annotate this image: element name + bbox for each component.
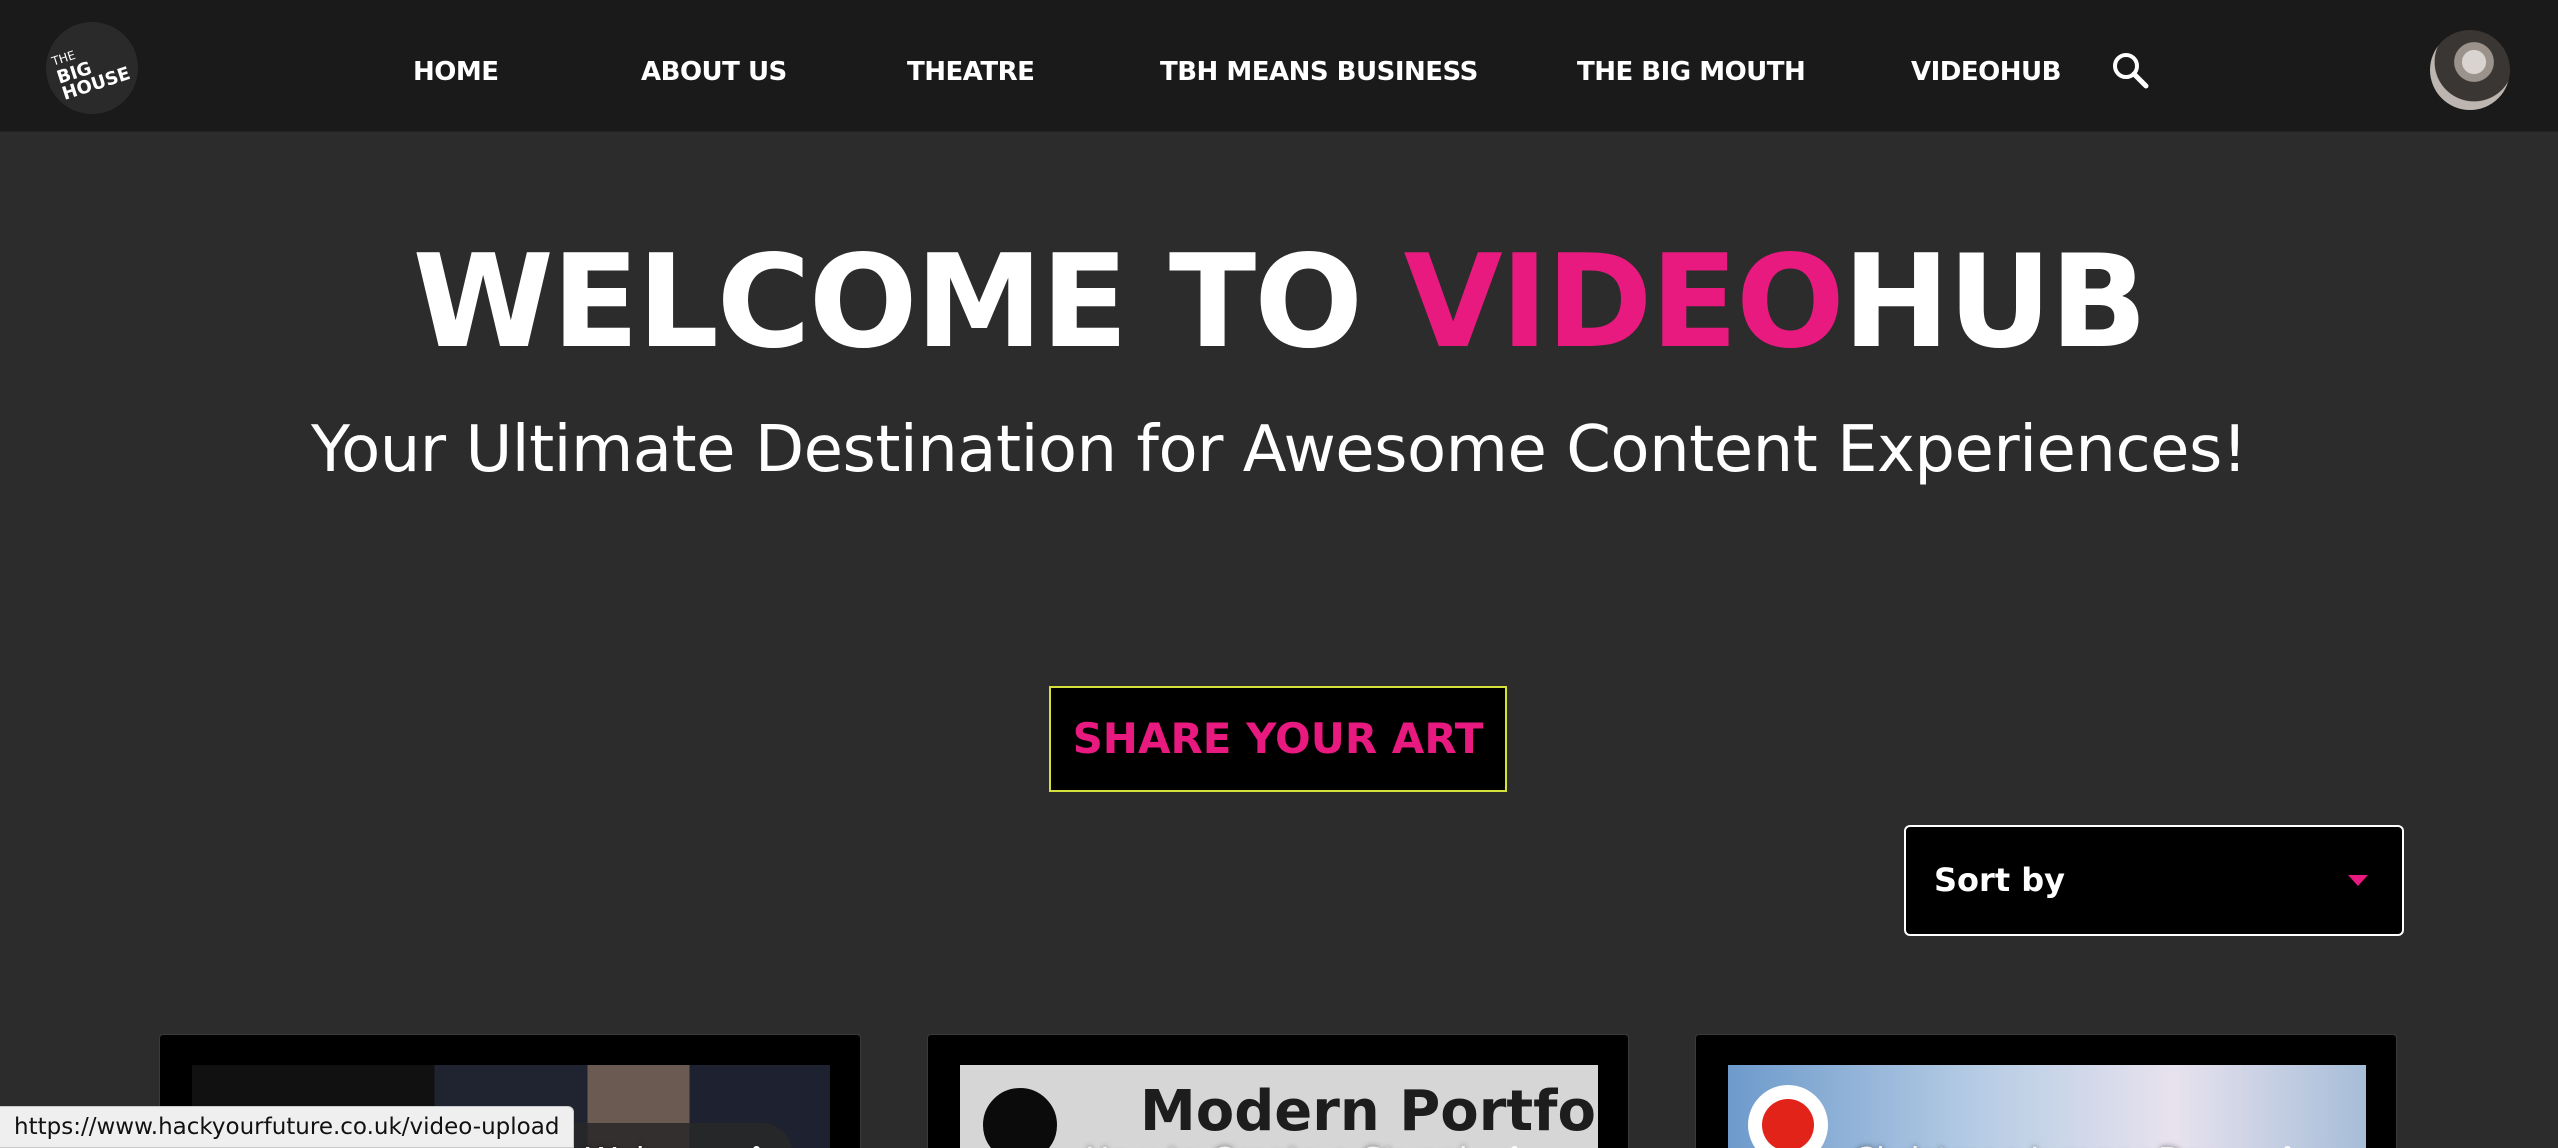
- hero-subtitle: Your Ultimate Destination for Awesome Co…: [310, 413, 2248, 487]
- share-your-art-button[interactable]: SHARE YOUR ART: [1049, 686, 1507, 792]
- search-icon[interactable]: [2110, 50, 2150, 90]
- video-card[interactable]: Christmas Jumper Day...: [1695, 1034, 2397, 1148]
- link-status-bar: https://www.hackyourfuture.co.uk/video-u…: [0, 1106, 575, 1148]
- hero-title: WELCOME TO VIDEOHUB: [0, 228, 2558, 378]
- user-avatar[interactable]: [2430, 30, 2510, 110]
- nav-the-big-mouth[interactable]: THE BIG MOUTH: [1577, 52, 1806, 92]
- more-options-icon[interactable]: [1511, 1143, 1521, 1148]
- site-header: THE BIG HOUSE HOME ABOUT US THEATRE TBH …: [0, 0, 2558, 132]
- sort-by-label: Sort by: [1934, 861, 2066, 899]
- nav-about-us[interactable]: ABOUT US: [641, 52, 787, 92]
- charity-logo-icon: [1762, 1099, 1814, 1148]
- more-options-icon[interactable]: [753, 1143, 763, 1148]
- nav-videohub[interactable]: VIDEOHUB: [1911, 52, 2061, 92]
- hero-title-hub: HUB: [1842, 228, 2148, 377]
- hero-title-video: VIDEO: [1403, 228, 1845, 377]
- nav-tbh-means-business[interactable]: TBH MEANS BUSINESS: [1160, 52, 1478, 92]
- more-options-icon[interactable]: [2284, 1143, 2294, 1148]
- video-thumbnail[interactable]: Modern Portfolio How to Create a Stunni.…: [960, 1065, 1598, 1148]
- nav-theatre[interactable]: THEATRE: [907, 52, 1035, 92]
- channel-avatar-icon: [980, 1085, 1060, 1148]
- logo-text: THE BIG HOUSE: [50, 30, 142, 105]
- hero-title-welcome: WELCOME TO: [412, 228, 1404, 377]
- the-big-house-logo[interactable]: THE BIG HOUSE: [34, 10, 150, 126]
- video-title[interactable]: How to Create a Stunni...: [1085, 1135, 1499, 1148]
- caret-down-icon: [2348, 875, 2368, 886]
- nav-home[interactable]: HOME: [413, 52, 499, 92]
- video-card[interactable]: Modern Portfolio How to Create a Stunni.…: [927, 1034, 1629, 1148]
- video-title[interactable]: Christmas Jumper Day...: [1853, 1135, 2250, 1148]
- sort-by-dropdown[interactable]: Sort by: [1904, 825, 2404, 936]
- video-thumbnail[interactable]: Christmas Jumper Day...: [1728, 1065, 2366, 1148]
- channel-avatar-icon: [1748, 1085, 1828, 1148]
